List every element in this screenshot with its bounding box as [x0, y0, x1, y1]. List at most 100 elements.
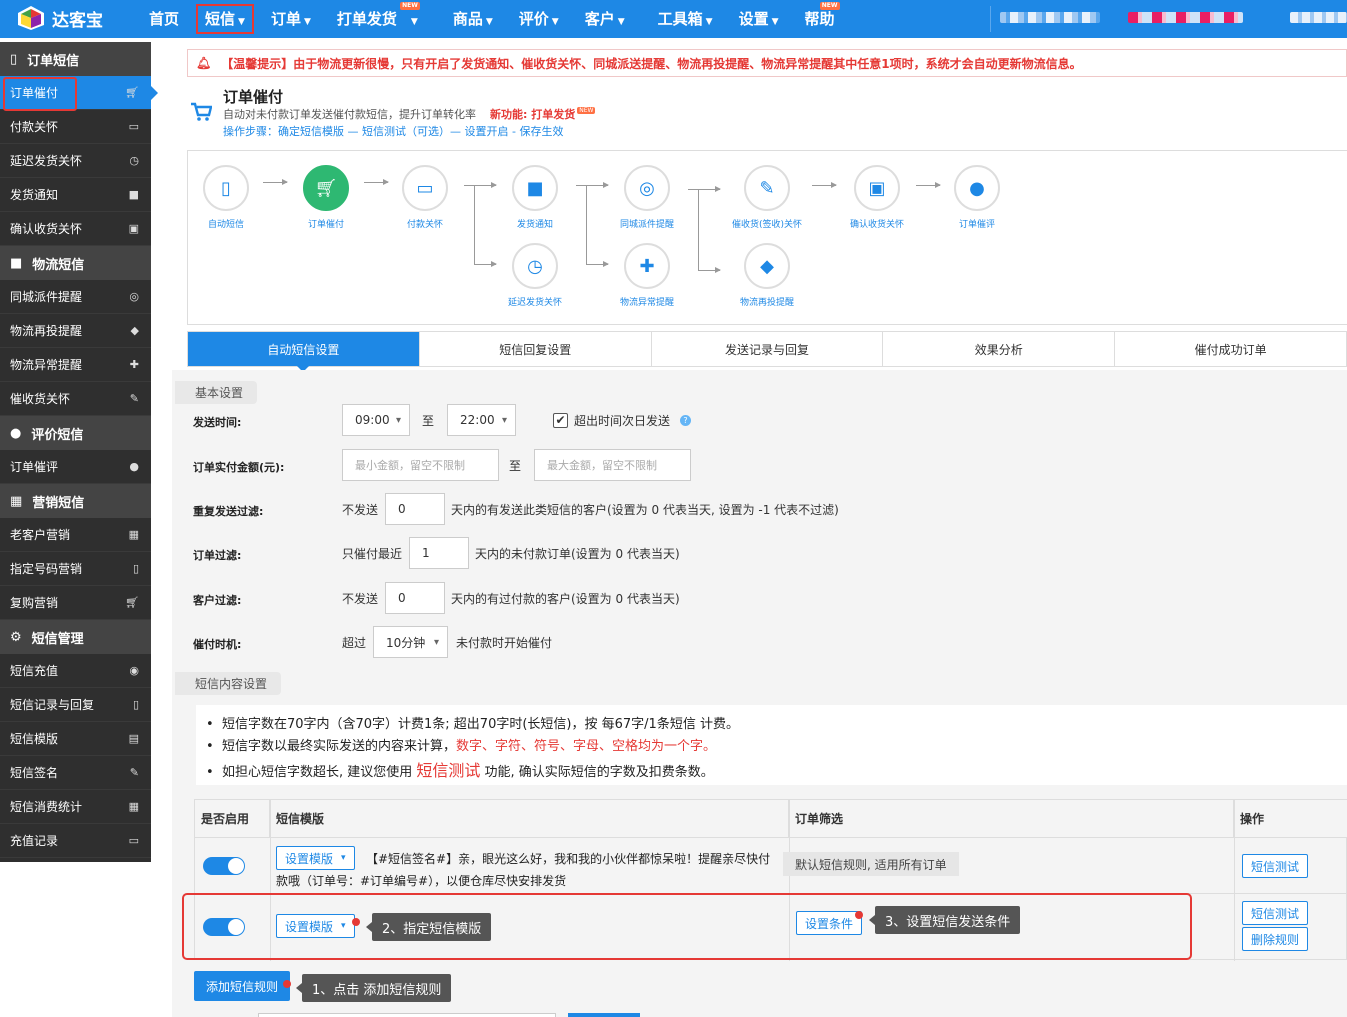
sidebar-group-logistics-sms: ■ 物流短信	[0, 246, 151, 280]
sidebar-item-sms-records[interactable]: 短信记录与回复 ▯	[0, 688, 151, 722]
mobile-icon: ▯	[203, 165, 249, 211]
sidebar-item-receive-urge[interactable]: 催收货关怀 ✎	[0, 382, 151, 416]
sidebar-item-city-delivery[interactable]: 同城派件提醒 ◎	[0, 280, 151, 314]
sidebar-item-stats[interactable]: 短信消费统计 ▦	[0, 790, 151, 824]
nav-sms[interactable]: 短信 ▼	[192, 0, 258, 38]
tab-auto-sms-settings[interactable]: 自动短信设置	[188, 332, 420, 372]
help-icon[interactable]: ?	[680, 415, 691, 426]
settings-tabs: 自动短信设置 短信回复设置 发送记录与回复 效果分析 催付成功订单	[187, 331, 1347, 372]
blurred-account-info	[1000, 12, 1100, 23]
flow-branch-line	[698, 189, 699, 271]
enable-toggle[interactable]	[203, 857, 245, 875]
flow-node-auto-sms[interactable]: ▯ 自动短信	[181, 165, 271, 230]
flow-node-logistics-redeliver[interactable]: ◆ 物流再投提醒	[722, 243, 812, 308]
pencil-icon: ✎	[744, 165, 790, 211]
sidebar-item-number-marketing[interactable]: 指定号码营销 ▯	[0, 552, 151, 586]
sidebar-item-label: 确认收货关怀	[10, 222, 83, 236]
comments-icon: ●	[10, 425, 22, 441]
tab-reply-settings[interactable]: 短信回复设置	[420, 332, 652, 366]
flow-node-label: 物流再投提醒	[739, 298, 794, 308]
tab-effect-analysis[interactable]: 效果分析	[883, 332, 1116, 366]
sidebar-item-redeliver[interactable]: 物流再投提醒 ◆	[0, 314, 151, 348]
sidebar-item-templates[interactable]: 短信模版 ▤	[0, 722, 151, 756]
sidebar-item-label: 短信记录与回复	[10, 698, 95, 712]
tip-marker	[283, 980, 291, 988]
sms-test-button[interactable]: 短信测试	[1242, 901, 1309, 925]
info-line-1: • 短信字数在70字内（含70字）计费1条; 超出70字时(长短信)，按 每67…	[206, 717, 739, 732]
sidebar-item-recharge[interactable]: 短信充值 ◉	[0, 654, 151, 688]
sidebar-item-repurchase[interactable]: 复购营销 🛒︎	[0, 586, 151, 620]
card-icon: ▭	[402, 165, 448, 211]
sidebar-item-label: 订单催评	[10, 460, 59, 474]
caret-down-icon: ▼	[771, 17, 779, 27]
sidebar-item-recharge-records[interactable]: 充值记录 ▭	[0, 824, 151, 858]
max-amount-input[interactable]: 最大金额，留空不限制	[534, 449, 691, 481]
add-rule-button[interactable]: 添加短信规则	[194, 971, 290, 1001]
start-time-select[interactable]: 09:00	[342, 404, 410, 436]
nav-shipping[interactable]: 打单发货 NEW ▼	[324, 0, 440, 38]
nav-settings[interactable]: 设置 ▼	[726, 0, 792, 38]
sms-test-link[interactable]: 短信测试	[416, 761, 480, 780]
new-badge: NEW	[819, 2, 840, 10]
nav-reviews-label: 评价	[518, 10, 549, 28]
next-day-checkbox[interactable]: ✔	[553, 413, 568, 428]
order-days-input[interactable]: 1	[409, 537, 469, 569]
info-text: 功能, 确认实际短信的字数及扣费条数。	[484, 765, 714, 780]
caret-down-icon: ▼	[410, 17, 418, 27]
next-day-label: 超出时间次日发送	[574, 414, 671, 428]
new-feature-link[interactable]: 新功能: 打单发货	[490, 108, 575, 121]
delete-rule-button[interactable]: 删除规则	[1242, 927, 1309, 951]
nav-home[interactable]: 首页	[136, 0, 192, 38]
flow-node-review-urge[interactable]: ● 订单催评	[932, 165, 1022, 230]
logo[interactable]: 达客宝	[16, 5, 103, 31]
order-suffix: 天内的未付款订单(设置为 0 代表当天)	[475, 547, 680, 561]
flow-node-label: 延迟发货关怀	[507, 298, 562, 308]
flow-node-city-delivery[interactable]: ◎ 同城派件提醒	[602, 165, 692, 230]
nav-reviews[interactable]: 评价 ▼	[506, 0, 572, 38]
sidebar-item-delay-care[interactable]: 延迟发货关怀 ◷	[0, 144, 151, 178]
repeat-days-input[interactable]: 0	[385, 493, 445, 525]
highlight-order-urge	[3, 77, 77, 111]
flow-branch-line	[586, 185, 587, 265]
sidebar-item-signature[interactable]: 短信签名 ✎	[0, 756, 151, 790]
sidebar-item-pay-care[interactable]: 付款关怀 ▭	[0, 110, 151, 144]
caret-down-icon: ▼	[705, 17, 713, 27]
sidebar-item-old-customer[interactable]: 老客户营销 ▦	[0, 518, 151, 552]
flow-node-label: 自动短信	[207, 220, 244, 230]
nav-toolbox[interactable]: 工具箱 ▼	[638, 0, 726, 38]
flow-node-delay-care[interactable]: ◷ 延迟发货关怀	[490, 243, 580, 308]
sidebar-group-title: 营销短信	[32, 495, 85, 511]
header-enabled: 是否启用	[195, 800, 270, 838]
nav-orders[interactable]: 订单 ▼	[258, 0, 324, 38]
sidebar: ▯ 订单短信 订单催付 🛒︎ 付款关怀 ▭ 延迟发货关怀 ◷ 发货通知 ■ 确认收货关怀 ▣…	[0, 42, 158, 862]
sidebar-item-logistics-error[interactable]: 物流异常提醒 ✚	[0, 348, 151, 382]
sidebar-item-review-urge[interactable]: 订单催评 ●	[0, 450, 151, 484]
flow-branch-line	[474, 185, 475, 265]
sidebar-item-ship-notice[interactable]: 发货通知 ■	[0, 178, 151, 212]
sms-test-button[interactable]: 短信测试	[1242, 854, 1309, 878]
sidebar-item-label: 充值记录	[10, 834, 59, 848]
nav-customers[interactable]: 客户 ▼	[572, 0, 638, 38]
flow-node-order-urge[interactable]: 🛒︎ 订单催付	[281, 165, 371, 230]
flow-node-pay-care[interactable]: ▭ 付款关怀	[380, 165, 470, 230]
nav-goods[interactable]: 商品 ▼	[440, 0, 506, 38]
tab-success-orders[interactable]: 催付成功订单	[1115, 332, 1346, 366]
sidebar-item-label: 延迟发货关怀	[10, 154, 83, 168]
info-line-3: • 如担心短信字数超长, 建议您使用 短信测试 功能, 确认实际短信的字数及扣费…	[206, 761, 714, 780]
flow-node-receive-urge[interactable]: ✎ 催收货(签收)关怀	[722, 165, 812, 230]
flow-node-ship-notice[interactable]: ■ 发货通知	[490, 165, 580, 230]
tab-send-records[interactable]: 发送记录与回复	[652, 332, 884, 366]
flow-node-confirm-care[interactable]: ▣ 确认收货关怀	[832, 165, 922, 230]
nav-help[interactable]: 帮助 NEW	[792, 0, 848, 38]
flow-node-logistics-error[interactable]: ✚ 物流异常提醒	[602, 243, 692, 308]
timing-select[interactable]: 10分钟	[373, 626, 448, 658]
section-title-basic: 基本设置	[175, 381, 258, 404]
sidebar-group-sms-manage: ⚙ 短信管理	[0, 620, 151, 654]
customer-days-input[interactable]: 0	[385, 582, 445, 614]
cart-icon: 🛒︎	[125, 86, 139, 99]
flow-arrow	[688, 186, 721, 192]
min-amount-input[interactable]: 最小金额，留空不限制	[342, 449, 499, 481]
subtitle-text: 自动对未付款订单发送催付款短信，提升订单转化率	[223, 108, 476, 121]
sidebar-item-confirm-care[interactable]: 确认收货关怀 ▣	[0, 212, 151, 246]
end-time-select[interactable]: 22:00	[447, 404, 516, 436]
